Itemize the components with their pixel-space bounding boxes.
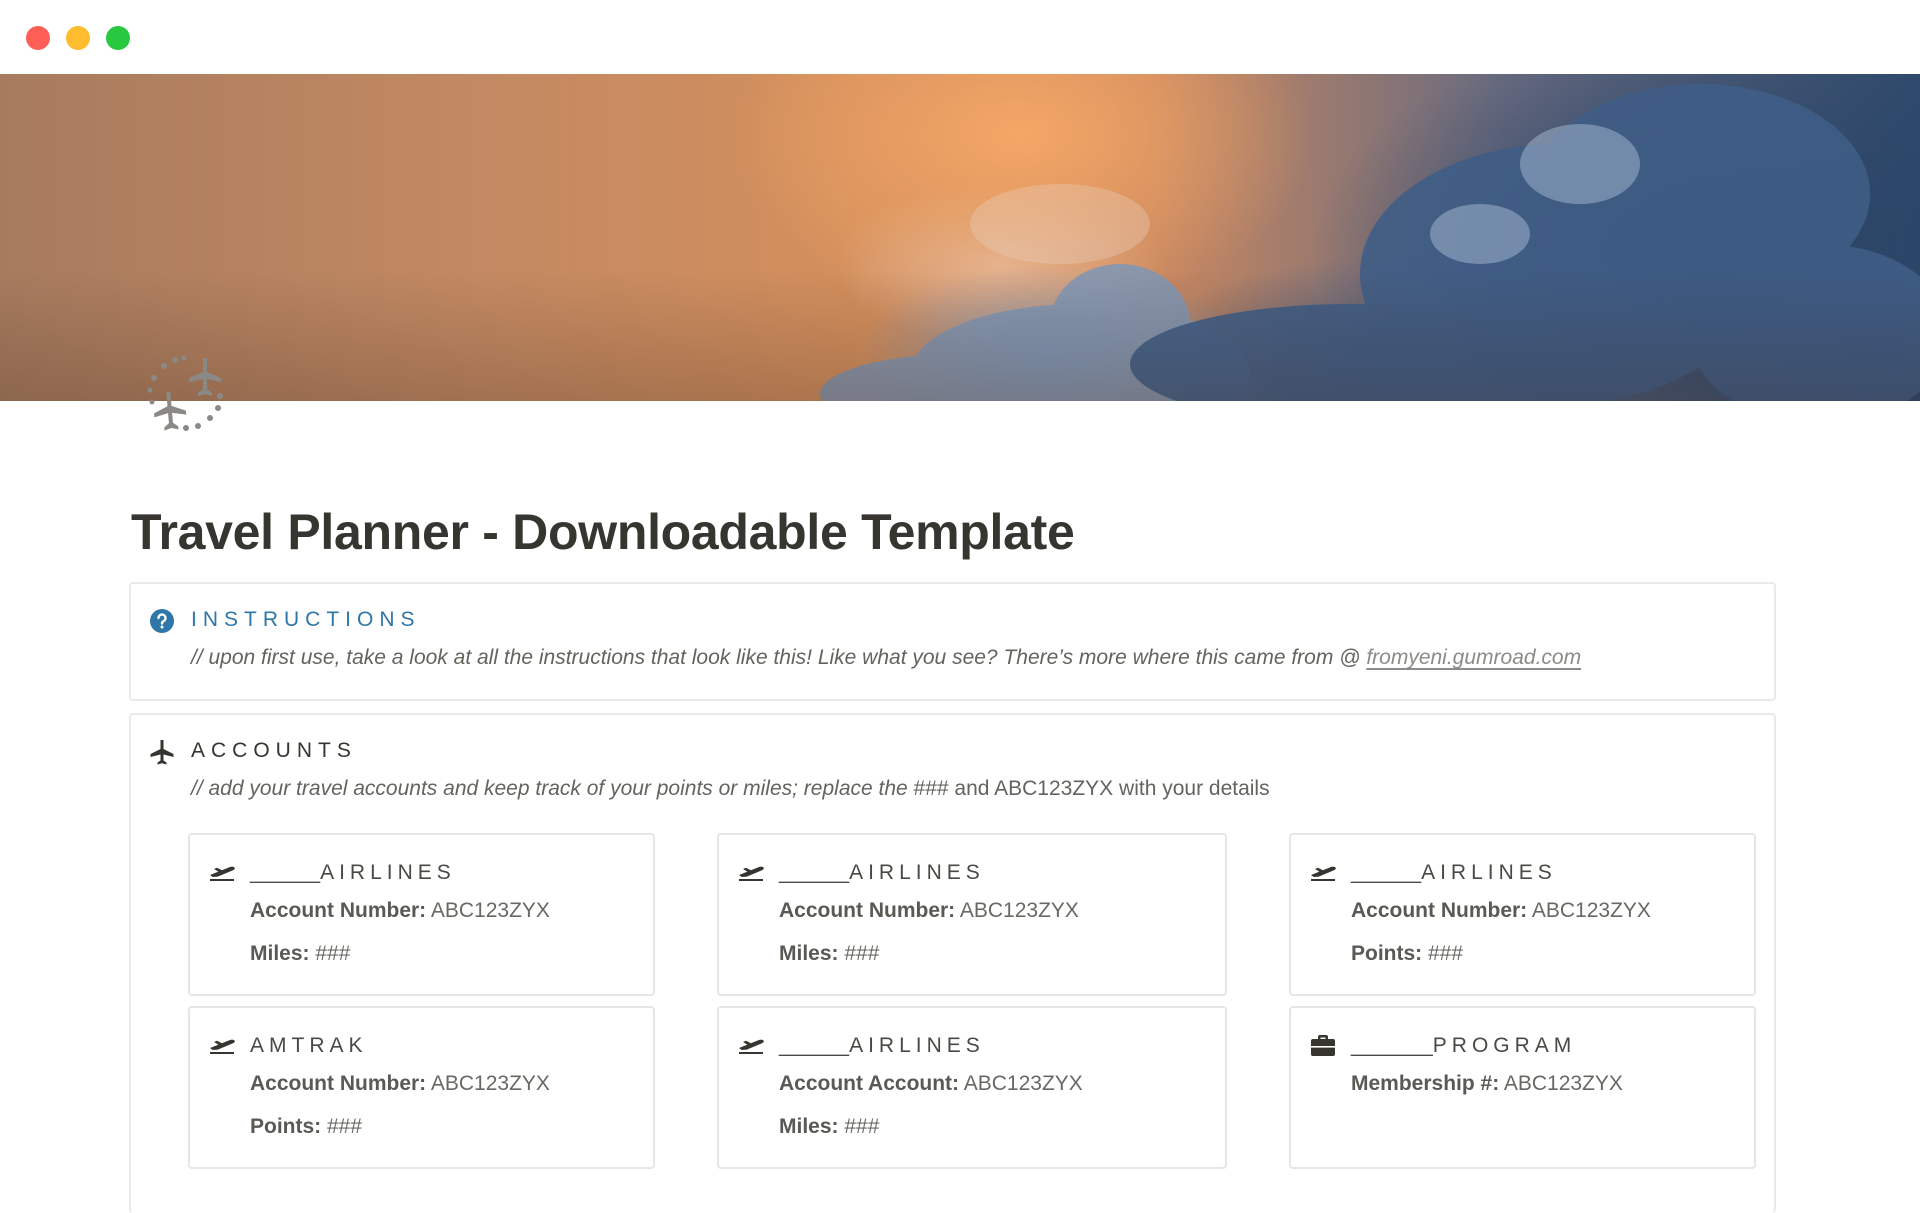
card-account-label: Membership #: (1351, 1072, 1500, 1095)
account-card-3[interactable]: ______AIRLINES Account Number: ABC123ZYX… (1289, 833, 1756, 996)
account-card-2[interactable]: ______AIRLINES Account Number: ABC123ZYX… (717, 833, 1227, 996)
zoom-window-button[interactable] (106, 26, 130, 50)
departure-icon (1309, 861, 1337, 883)
accounts-text: // add your travel accounts and keep tra… (191, 777, 1270, 801)
card-balance-label: Miles: (779, 942, 839, 965)
card-title-blank: ______ (779, 861, 850, 884)
card-account-label: Account Number: (250, 899, 427, 922)
card-title-name: AIRLINES (1421, 861, 1557, 884)
card-title-blank: ______ (1351, 861, 1422, 884)
card-account-value: ABC123ZYX (1527, 899, 1651, 922)
gumroad-link[interactable]: fromyeni.gumroad.com (1366, 646, 1581, 669)
instructions-callout[interactable]: INSTRUCTIONS // upon first use, take a l… (129, 582, 1776, 701)
card-account-line: Account Number: ABC123ZYX (250, 1072, 550, 1096)
page-cover-image[interactable] (0, 74, 1920, 401)
minimize-window-button[interactable] (66, 26, 90, 50)
card-balance-label: Miles: (779, 1115, 839, 1138)
card-title: ______AIRLINES (779, 861, 985, 885)
card-title: ______AIRLINES (250, 861, 456, 885)
card-balance-line: Points: ### (1351, 942, 1463, 966)
card-account-label: Account Number: (250, 1072, 427, 1095)
card-balance-value: ### (838, 1115, 880, 1138)
window-titlebar (0, 0, 1920, 74)
card-title: _______PROGRAM (1351, 1034, 1576, 1058)
card-balance-value: ### (838, 942, 880, 965)
card-title-name: AIRLINES (849, 861, 985, 884)
briefcase-icon (1309, 1034, 1337, 1056)
page-title[interactable]: Travel Planner - Downloadable Template (131, 503, 1075, 561)
accounts-text-plain: ### and ABC123ZYX with your details (913, 777, 1270, 800)
card-title: ______AIRLINES (779, 1034, 985, 1058)
card-title-blank: ______ (250, 861, 321, 884)
card-account-line: Account Account: ABC123ZYX (779, 1072, 1083, 1096)
card-balance-value: ### (309, 942, 351, 965)
card-balance-label: Points: (250, 1115, 322, 1138)
card-balance-line: Miles: ### (250, 942, 350, 966)
account-card-4[interactable]: AMTRAK Account Number: ABC123ZYX Points:… (188, 1006, 655, 1169)
card-title-name: AIRLINES (320, 861, 456, 884)
instructions-text-body: // upon first use, take a look at all th… (191, 646, 1367, 669)
card-balance-label: Points: (1351, 942, 1423, 965)
card-account-value: ABC123ZYX (955, 899, 1079, 922)
instructions-heading: INSTRUCTIONS (191, 608, 421, 631)
card-account-label: Account Account: (779, 1072, 960, 1095)
account-card-5[interactable]: ______AIRLINES Account Account: ABC123ZY… (717, 1006, 1227, 1169)
card-balance-value: ### (321, 1115, 363, 1138)
card-account-line: Account Number: ABC123ZYX (1351, 899, 1651, 923)
airplane-icon (149, 739, 175, 765)
card-account-line: Membership #: ABC123ZYX (1351, 1072, 1623, 1096)
card-account-line: Account Number: ABC123ZYX (250, 899, 550, 923)
instructions-text: // upon first use, take a look at all th… (191, 646, 1581, 670)
card-account-label: Account Number: (779, 899, 956, 922)
account-card-1[interactable]: ______AIRLINES Account Number: ABC123ZYX… (188, 833, 655, 996)
card-title-blank: _______ (1351, 1034, 1433, 1057)
cover-shade (0, 74, 1920, 401)
question-circle-icon (149, 608, 175, 634)
card-title-name: AMTRAK (250, 1034, 368, 1057)
card-account-label: Account Number: (1351, 899, 1528, 922)
card-account-value: ABC123ZYX (426, 1072, 550, 1095)
close-window-button[interactable] (26, 26, 50, 50)
card-balance-line: Miles: ### (779, 1115, 879, 1139)
card-balance-label: Miles: (250, 942, 310, 965)
airplanes-icon[interactable] (140, 352, 232, 444)
card-account-line: Account Number: ABC123ZYX (779, 899, 1079, 923)
card-title-name: PROGRAM (1432, 1034, 1577, 1057)
card-balance-line: Miles: ### (779, 942, 879, 966)
account-card-6[interactable]: _______PROGRAM Membership #: ABC123ZYX (1289, 1006, 1756, 1169)
departure-icon (208, 861, 236, 883)
card-title: ______AIRLINES (1351, 861, 1557, 885)
card-title: AMTRAK (250, 1034, 368, 1058)
departure-icon (737, 1034, 765, 1056)
card-title-name: AIRLINES (849, 1034, 985, 1057)
accounts-text-italic: // add your travel accounts and keep tra… (191, 777, 914, 800)
card-balance-line: Points: ### (250, 1115, 362, 1139)
card-balance-value: ### (1422, 942, 1464, 965)
card-account-value: ABC123ZYX (959, 1072, 1083, 1095)
accounts-heading: ACCOUNTS (191, 739, 357, 762)
departure-icon (208, 1034, 236, 1056)
departure-icon (737, 861, 765, 883)
card-account-value: ABC123ZYX (426, 899, 550, 922)
card-title-blank: ______ (779, 1034, 850, 1057)
card-account-value: ABC123ZYX (1499, 1072, 1623, 1095)
